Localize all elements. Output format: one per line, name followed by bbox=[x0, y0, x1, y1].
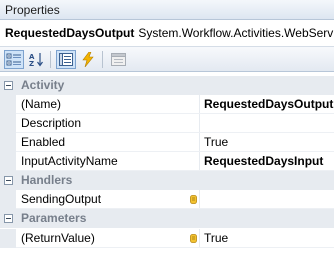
category-label: Parameters bbox=[21, 211, 87, 225]
alphabetical-icon: A Z bbox=[29, 53, 43, 67]
property-name: (ReturnValue) bbox=[21, 231, 95, 245]
column-splitter[interactable] bbox=[199, 229, 200, 248]
property-row-enabled[interactable]: Enabled True bbox=[0, 133, 334, 152]
property-name: (Name) bbox=[21, 97, 62, 111]
property-value[interactable]: RequestedDaysOutput bbox=[204, 95, 333, 114]
events-icon bbox=[82, 52, 94, 67]
category-parameters[interactable]: Parameters bbox=[0, 209, 334, 228]
bind-property-icon[interactable] bbox=[190, 234, 197, 243]
collapse-toggle-icon[interactable] bbox=[4, 176, 13, 185]
property-value[interactable]: True bbox=[204, 229, 228, 248]
property-name: Description bbox=[21, 116, 82, 130]
categorized-icon bbox=[6, 53, 21, 65]
column-splitter[interactable] bbox=[199, 152, 200, 171]
row-margin bbox=[0, 133, 16, 152]
collapse-toggle-icon[interactable] bbox=[4, 81, 13, 90]
row-divider bbox=[16, 247, 334, 248]
property-name: InputActivityName bbox=[21, 154, 118, 168]
properties-window-title: Properties bbox=[0, 0, 334, 20]
collapse-toggle-icon[interactable] bbox=[4, 214, 13, 223]
categorized-button[interactable] bbox=[4, 50, 24, 69]
row-margin bbox=[0, 229, 16, 248]
properties-icon bbox=[59, 53, 73, 66]
property-pages-button[interactable] bbox=[108, 50, 128, 69]
property-pages-icon bbox=[110, 53, 126, 66]
toolbar-separator bbox=[102, 51, 103, 68]
properties-toolbar: A Z bbox=[0, 47, 334, 72]
category-label: Activity bbox=[21, 78, 65, 92]
alphabetical-button[interactable]: A Z bbox=[26, 50, 46, 69]
column-splitter[interactable] bbox=[199, 95, 200, 114]
properties-button[interactable] bbox=[56, 50, 76, 69]
column-splitter[interactable] bbox=[199, 133, 200, 152]
property-value[interactable]: True bbox=[204, 133, 228, 152]
row-margin bbox=[0, 190, 16, 209]
property-grid: Activity (Name) RequestedDaysOutput Desc… bbox=[0, 72, 334, 253]
bind-property-icon[interactable] bbox=[190, 195, 197, 204]
property-row-return-value[interactable]: (ReturnValue) True bbox=[0, 229, 334, 248]
svg-text:Z: Z bbox=[29, 60, 34, 67]
column-splitter[interactable] bbox=[199, 190, 200, 209]
property-value[interactable]: RequestedDaysInput bbox=[204, 152, 323, 171]
category-activity[interactable]: Activity bbox=[0, 76, 334, 95]
object-type: System.Workflow.Activities.WebServi bbox=[138, 26, 334, 40]
property-row-description[interactable]: Description bbox=[0, 114, 334, 133]
row-margin bbox=[0, 152, 16, 171]
property-name: SendingOutput bbox=[21, 192, 102, 206]
property-row-input-activity-name[interactable]: InputActivityName RequestedDaysInput bbox=[0, 152, 334, 171]
category-handlers[interactable]: Handlers bbox=[0, 171, 334, 190]
property-row-sending-output[interactable]: SendingOutput bbox=[0, 190, 334, 209]
column-splitter[interactable] bbox=[199, 114, 200, 133]
row-margin bbox=[0, 95, 16, 114]
object-selector[interactable]: RequestedDaysOutput System.Workflow.Activ… bbox=[0, 20, 334, 47]
object-name: RequestedDaysOutput bbox=[5, 26, 135, 40]
property-name: Enabled bbox=[21, 135, 66, 149]
property-row-name[interactable]: (Name) RequestedDaysOutput bbox=[0, 95, 334, 114]
category-label: Handlers bbox=[21, 173, 73, 187]
row-margin bbox=[0, 114, 16, 133]
toolbar-separator bbox=[50, 51, 51, 68]
events-button[interactable] bbox=[78, 50, 98, 69]
